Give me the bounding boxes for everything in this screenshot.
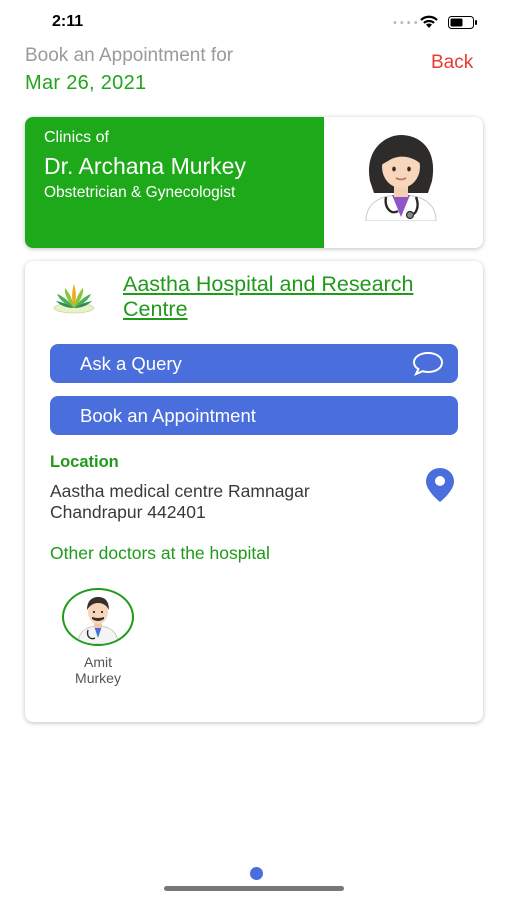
hospital-name-link[interactable]: Aastha Hospital and Research Centre: [123, 272, 423, 322]
chat-bubble-icon: [412, 351, 444, 376]
ask-query-label: Ask a Query: [80, 353, 182, 374]
female-doctor-avatar: [365, 135, 437, 221]
doctor-info-panel: Clinics of Dr. Archana Murkey Obstetrici…: [25, 117, 324, 248]
clinics-label: Clinics of: [44, 129, 109, 146]
back-button[interactable]: Back: [431, 52, 473, 74]
doctor-name: Dr. Archana Murkey: [44, 153, 246, 179]
wifi-icon: [420, 15, 438, 28]
other-doctor-avatar: [62, 588, 134, 646]
male-doctor-avatar: [77, 597, 119, 644]
other-doctors-heading: Other doctors at the hospital: [50, 543, 270, 563]
doctor-card: Clinics of Dr. Archana Murkey Obstetrici…: [25, 117, 483, 248]
map-pin-icon[interactable]: [425, 467, 455, 503]
hospital-logo: [53, 284, 95, 314]
other-doctor-first-name: Amit: [84, 654, 112, 670]
other-doctor-name: Amit Murkey: [59, 654, 137, 686]
book-appointment-button[interactable]: Book an Appointment: [50, 396, 458, 435]
book-appointment-label: Book an Appointment: [80, 405, 256, 426]
ask-query-button[interactable]: Ask a Query: [50, 344, 458, 383]
page-indicator-dot: [250, 867, 263, 880]
status-time: 2:11: [52, 13, 84, 30]
signal-icon: ••••: [392, 18, 420, 29]
hospital-card: Aastha Hospital and Research Centre Ask …: [25, 261, 483, 722]
location-heading: Location: [50, 453, 119, 471]
address-line-1: Aastha medical centre Ramnagar: [50, 481, 310, 501]
battery-icon: [448, 16, 477, 29]
appointment-date: Mar 26, 2021: [25, 72, 147, 94]
address-line-2: Chandrapur 442401: [50, 502, 206, 522]
header-subtitle: Book an Appointment for: [25, 45, 234, 66]
home-indicator[interactable]: [164, 886, 344, 891]
other-doctor-last-name: Murkey: [75, 670, 121, 686]
location-address: Aastha medical centre Ramnagar Chandrapu…: [50, 481, 390, 523]
status-bar: 2:11 ••••: [0, 0, 507, 44]
doctor-specialty: Obstetrician & Gynecologist: [44, 184, 236, 201]
